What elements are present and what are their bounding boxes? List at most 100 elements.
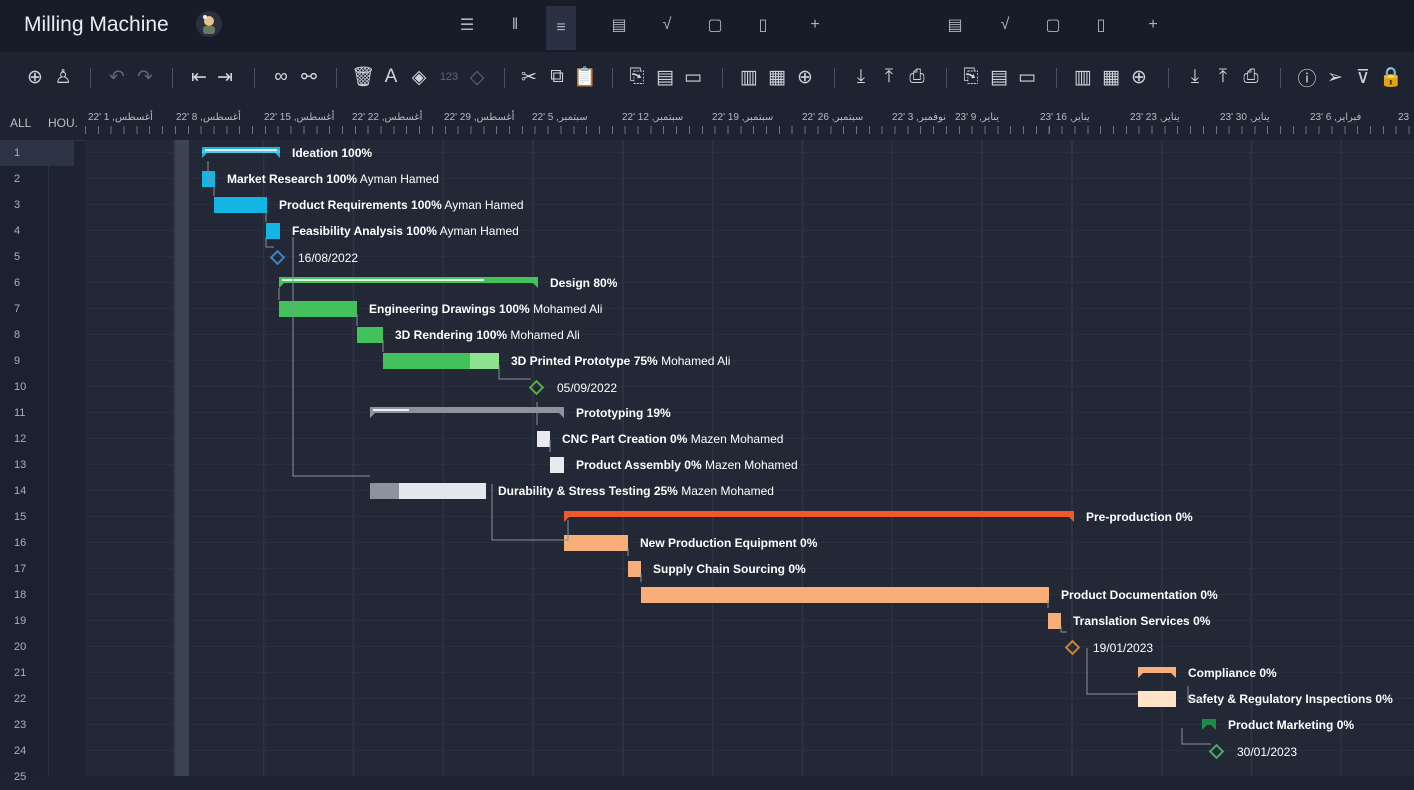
board-view-icon[interactable]: ǁ	[500, 10, 530, 40]
print-icon[interactable]: ⎙	[1238, 64, 1264, 90]
add-view-icon[interactable]: +	[1138, 10, 1168, 40]
row-number[interactable]: 8	[14, 322, 72, 348]
row-number[interactable]: 16	[14, 530, 72, 556]
project-avatar[interactable]	[196, 11, 222, 37]
task-bar[interactable]	[641, 587, 1049, 603]
row-number[interactable]: 5	[14, 244, 72, 270]
timeline-date-label: 22' 26 ,سبتمبر	[802, 112, 864, 123]
row-number[interactable]: 21	[14, 660, 72, 686]
row-number[interactable]: 7	[14, 296, 72, 322]
zoom-icon[interactable]: ⊕	[792, 64, 818, 90]
row-number[interactable]: 22	[14, 686, 72, 712]
task-bar[interactable]	[214, 197, 267, 213]
export-icon[interactable]: ⤒	[876, 64, 902, 90]
sheet-view-icon[interactable]: ▤	[940, 10, 970, 40]
add-user-icon[interactable]: ♙	[50, 64, 76, 90]
info-icon[interactable]: ⓘ	[1294, 64, 1320, 90]
summary-progress	[373, 409, 409, 411]
row-number[interactable]: 1	[14, 140, 72, 166]
attachment-icon[interactable]: ⎘	[624, 64, 650, 90]
calendar-view-icon[interactable]: ▢	[700, 10, 730, 40]
grid-icon[interactable]: ▦	[1098, 64, 1124, 90]
comment-icon[interactable]: ▭	[1014, 64, 1040, 90]
zoom-icon[interactable]: ⊕	[1126, 64, 1152, 90]
cut-icon[interactable]: ✂	[516, 64, 542, 90]
lock-icon[interactable]: 🔒	[1378, 64, 1404, 90]
import-icon[interactable]: ⤓	[848, 64, 874, 90]
link-icon[interactable]: ∞	[268, 64, 294, 90]
print-icon[interactable]: ⎙	[904, 64, 930, 90]
text-color-icon[interactable]: A	[378, 64, 404, 90]
row-number[interactable]: 20	[14, 634, 72, 660]
row-number[interactable]: 10	[14, 374, 72, 400]
calendar-view-icon[interactable]: ▢	[1038, 10, 1068, 40]
number-format-icon[interactable]: 123	[436, 64, 462, 90]
import-icon[interactable]: ⤓	[1182, 64, 1208, 90]
task-bar[interactable]	[370, 483, 486, 499]
dashboard-view-icon[interactable]: √	[652, 10, 682, 40]
all-column-header[interactable]: ALL	[10, 116, 31, 130]
task-bar[interactable]	[550, 457, 564, 473]
delete-icon[interactable]: 🗑	[350, 64, 376, 90]
task-bar[interactable]	[202, 171, 215, 187]
add-view-icon[interactable]: +	[800, 10, 830, 40]
comment-icon[interactable]: ▭	[680, 64, 706, 90]
row-number[interactable]: 6	[14, 270, 72, 296]
files-view-icon[interactable]: ▯	[748, 10, 778, 40]
task-bar[interactable]	[266, 223, 280, 239]
columns-icon[interactable]: ▥	[736, 64, 762, 90]
task-percent: 100%	[499, 302, 530, 316]
row-number[interactable]: 23	[14, 712, 72, 738]
task-bar[interactable]	[628, 561, 641, 577]
row-number[interactable]: 25	[14, 764, 72, 790]
grid-icon[interactable]: ▦	[764, 64, 790, 90]
notes-icon[interactable]: ▤	[986, 64, 1012, 90]
indent-icon[interactable]: ⇥	[212, 64, 238, 90]
task-bar[interactable]	[357, 327, 383, 343]
send-icon[interactable]: ➢	[1322, 64, 1348, 90]
task-bar[interactable]	[1138, 691, 1176, 707]
row-number[interactable]: 19	[14, 608, 72, 634]
summary-cap	[279, 283, 284, 288]
outdent-icon[interactable]: ⇤	[186, 64, 212, 90]
task-bar[interactable]	[564, 535, 628, 551]
row-number[interactable]: 15	[14, 504, 72, 530]
list-view-icon[interactable]: ☰	[452, 10, 482, 40]
redo-icon[interactable]: ↷	[132, 64, 158, 90]
row-number[interactable]: 13	[14, 452, 72, 478]
summary-bar[interactable]	[564, 511, 1074, 517]
toolbar-divider	[172, 68, 173, 88]
undo-icon[interactable]: ↶	[104, 64, 130, 90]
files-view-icon[interactable]: ▯	[1086, 10, 1116, 40]
task-bar[interactable]	[279, 301, 357, 317]
row-number[interactable]: 17	[14, 556, 72, 582]
milestone-icon[interactable]: ◇	[464, 64, 490, 90]
row-number[interactable]: 24	[14, 738, 72, 764]
task-bar[interactable]	[383, 353, 499, 369]
row-number[interactable]: 2	[14, 166, 72, 192]
export-icon[interactable]: ⤒	[1210, 64, 1236, 90]
task-label: Durability & Stress Testing 25% Mazen Mo…	[498, 484, 774, 498]
row-number[interactable]: 4	[14, 218, 72, 244]
dashboard-view-icon[interactable]: √	[990, 10, 1020, 40]
task-bar[interactable]	[1048, 613, 1061, 629]
filter-icon[interactable]: ⊽	[1350, 64, 1376, 90]
attachment-icon[interactable]: ⎘	[958, 64, 984, 90]
unlink-icon[interactable]: ⚯	[296, 64, 322, 90]
row-number[interactable]: 3	[14, 192, 72, 218]
gantt-view-icon[interactable]: ≡	[546, 6, 576, 50]
notes-icon[interactable]: ▤	[652, 64, 678, 90]
row-number[interactable]: 11	[14, 400, 72, 426]
add-task-icon[interactable]: ⊕	[22, 64, 48, 90]
paste-icon[interactable]: 📋	[572, 64, 598, 90]
row-number[interactable]: 14	[14, 478, 72, 504]
row-number[interactable]: 18	[14, 582, 72, 608]
sheet-view-icon[interactable]: ▤	[604, 10, 634, 40]
fill-color-icon[interactable]: ◈	[406, 64, 432, 90]
task-bar[interactable]	[537, 431, 550, 447]
copy-icon[interactable]: ⧉	[544, 64, 570, 90]
row-number[interactable]: 9	[14, 348, 72, 374]
hours-column-header[interactable]: HOU.	[48, 116, 78, 130]
row-number[interactable]: 12	[14, 426, 72, 452]
columns-icon[interactable]: ▥	[1070, 64, 1096, 90]
